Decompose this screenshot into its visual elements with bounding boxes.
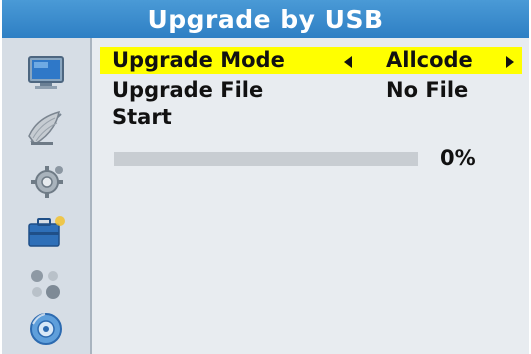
start-label: Start [112,105,172,129]
title-bar: Upgrade by USB [2,0,529,38]
progress-percent: 0% [440,146,476,170]
sidebar [2,38,92,354]
upgrade-mode-value: Allcode [386,48,473,72]
upgrade-screen: Upgrade by USB Upgrade Mode Allcode Upgr… [0,0,531,354]
upgrade-mode-label: Upgrade Mode [112,48,285,72]
arrow-left-icon[interactable] [344,56,352,68]
satellite-dish-icon[interactable] [25,108,67,148]
toolbox-icon[interactable] [25,212,67,252]
arrow-right-icon[interactable] [506,56,514,68]
games-icon[interactable] [25,264,67,304]
tv-icon[interactable] [25,52,67,92]
media-disc-icon[interactable] [25,308,67,348]
progress-bar [114,152,418,166]
upgrade-file-label: Upgrade File [112,78,264,102]
menu-item-upgrade-file[interactable]: Upgrade File No File [100,77,522,104]
settings-gear-icon[interactable] [25,162,67,202]
menu-item-start[interactable]: Start [100,104,522,131]
menu-item-upgrade-mode[interactable]: Upgrade Mode Allcode [100,47,522,74]
content-panel: Upgrade Mode Allcode Upgrade File No Fil… [92,38,529,354]
upgrade-file-value: No File [386,78,469,102]
page-title: Upgrade by USB [147,4,384,34]
